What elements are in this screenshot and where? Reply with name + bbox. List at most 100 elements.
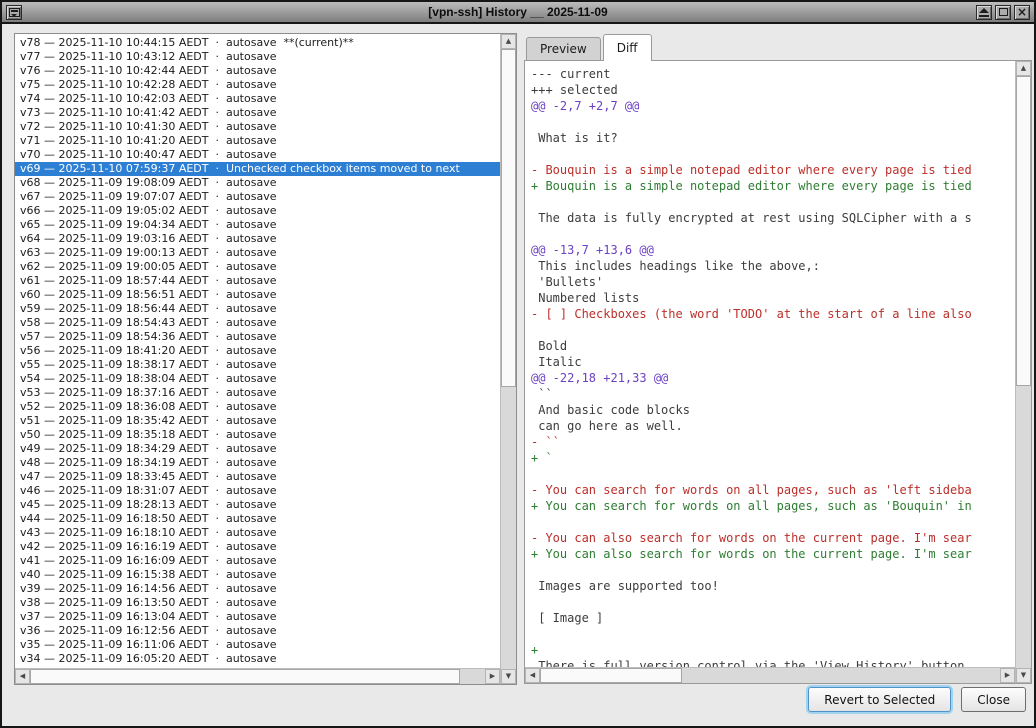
diff-vertical-scrollbar[interactable]: ▲ ▼ — [1015, 61, 1031, 683]
diff-line — [525, 594, 1015, 610]
history-row[interactable]: v62 — 2025-11-09 19:00:05 AEDT · autosav… — [15, 260, 500, 274]
history-row[interactable]: v52 — 2025-11-09 18:36:08 AEDT · autosav… — [15, 400, 500, 414]
tab-preview[interactable]: Preview — [526, 37, 601, 60]
diff-line: + Bouquin is a simple notepad editor whe… — [525, 178, 1015, 194]
history-row[interactable]: v51 — 2025-11-09 18:35:42 AEDT · autosav… — [15, 414, 500, 428]
diff-hscroll-thumb[interactable] — [540, 668, 682, 683]
history-row[interactable]: v36 — 2025-11-09 16:12:56 AEDT · autosav… — [15, 624, 500, 638]
history-row[interactable]: v77 — 2025-11-10 10:43:12 AEDT · autosav… — [15, 50, 500, 64]
diff-horizontal-scrollbar[interactable]: ◀ ▶ — [525, 667, 1015, 683]
scroll-right-arrow-icon[interactable]: ▶ — [1000, 668, 1015, 683]
diff-line — [525, 194, 1015, 210]
history-row[interactable]: v35 — 2025-11-09 16:11:06 AEDT · autosav… — [15, 638, 500, 652]
diff-line — [525, 466, 1015, 482]
diff-line: @@ -2,7 +2,7 @@ — [525, 98, 1015, 114]
history-horizontal-scrollbar[interactable]: ◀ ▶ — [15, 668, 500, 684]
diff-line: can go here as well. — [525, 418, 1015, 434]
maximize-button[interactable] — [995, 5, 1011, 20]
history-row[interactable]: v37 — 2025-11-09 16:13:04 AEDT · autosav… — [15, 610, 500, 624]
scroll-up-arrow-icon[interactable]: ▲ — [501, 34, 516, 49]
history-row[interactable]: v48 — 2025-11-09 18:34:19 AEDT · autosav… — [15, 456, 500, 470]
history-row[interactable]: v64 — 2025-11-09 19:03:16 AEDT · autosav… — [15, 232, 500, 246]
history-row[interactable]: v60 — 2025-11-09 18:56:51 AEDT · autosav… — [15, 288, 500, 302]
history-row[interactable]: v58 — 2025-11-09 18:54:43 AEDT · autosav… — [15, 316, 500, 330]
revert-to-selected-button[interactable]: Revert to Selected — [808, 687, 951, 712]
diff-line: + You can also search for words on the c… — [525, 546, 1015, 562]
history-row[interactable]: v71 — 2025-11-10 10:41:20 AEDT · autosav… — [15, 134, 500, 148]
history-row[interactable]: v63 — 2025-11-09 19:00:13 AEDT · autosav… — [15, 246, 500, 260]
shade-button[interactable] — [976, 5, 992, 20]
history-row[interactable]: v56 — 2025-11-09 18:41:20 AEDT · autosav… — [15, 344, 500, 358]
close-window-button[interactable]: × — [1014, 5, 1030, 20]
diff-line: There is full version control via the 'V… — [525, 658, 1015, 667]
history-row[interactable]: v73 — 2025-11-10 10:41:42 AEDT · autosav… — [15, 106, 500, 120]
diff-line: - Bouquin is a simple notepad editor whe… — [525, 162, 1015, 178]
close-dialog-button[interactable]: Close — [961, 687, 1026, 712]
scroll-down-arrow-icon[interactable]: ▼ — [501, 669, 516, 684]
history-row[interactable]: v75 — 2025-11-10 10:42:28 AEDT · autosav… — [15, 78, 500, 92]
history-row[interactable]: v66 — 2025-11-09 19:05:02 AEDT · autosav… — [15, 204, 500, 218]
history-row[interactable]: v54 — 2025-11-09 18:38:04 AEDT · autosav… — [15, 372, 500, 386]
history-list[interactable]: v78 — 2025-11-10 10:44:15 AEDT · autosav… — [15, 34, 500, 668]
history-row[interactable]: v57 — 2025-11-09 18:54:36 AEDT · autosav… — [15, 330, 500, 344]
diff-vscroll-thumb[interactable] — [1016, 76, 1031, 386]
window-menu-icon — [9, 8, 20, 17]
diff-line: Bold — [525, 338, 1015, 354]
history-row[interactable]: v55 — 2025-11-09 18:38:17 AEDT · autosav… — [15, 358, 500, 372]
notebook-panel: Preview Diff --- current+++ selected@@ -… — [524, 32, 1032, 680]
diff-line: Numbered lists — [525, 290, 1015, 306]
history-row[interactable]: v68 — 2025-11-09 19:08:09 AEDT · autosav… — [15, 176, 500, 190]
history-row[interactable]: v65 — 2025-11-09 19:04:34 AEDT · autosav… — [15, 218, 500, 232]
history-row[interactable]: v72 — 2025-11-10 10:41:30 AEDT · autosav… — [15, 120, 500, 134]
history-row[interactable]: v53 — 2025-11-09 18:37:16 AEDT · autosav… — [15, 386, 500, 400]
diff-pane: --- current+++ selected@@ -2,7 +2,7 @@ W… — [524, 60, 1032, 684]
history-row[interactable]: v34 — 2025-11-09 16:05:20 AEDT · autosav… — [15, 652, 500, 666]
maximize-icon — [999, 8, 1008, 16]
history-vscroll-thumb[interactable] — [501, 49, 516, 387]
history-row[interactable]: v59 — 2025-11-09 18:56:44 AEDT · autosav… — [15, 302, 500, 316]
diff-line: Italic — [525, 354, 1015, 370]
diff-line: And basic code blocks — [525, 402, 1015, 418]
history-row[interactable]: v74 — 2025-11-10 10:42:03 AEDT · autosav… — [15, 92, 500, 106]
diff-line: - [ ] Checkboxes (the word 'TODO' at the… — [525, 306, 1015, 322]
diff-line: - `` — [525, 434, 1015, 450]
tab-diff[interactable]: Diff — [603, 34, 652, 61]
diff-line — [525, 114, 1015, 130]
scroll-left-arrow-icon[interactable]: ◀ — [15, 669, 30, 684]
window-controls: × — [976, 5, 1030, 20]
history-row[interactable]: v50 — 2025-11-09 18:35:18 AEDT · autosav… — [15, 428, 500, 442]
history-row[interactable]: v69 — 2025-11-10 07:59:37 AEDT · Uncheck… — [15, 162, 500, 176]
scroll-down-arrow-icon[interactable]: ▼ — [1016, 668, 1031, 683]
history-row[interactable]: v41 — 2025-11-09 16:16:09 AEDT · autosav… — [15, 554, 500, 568]
history-row[interactable]: v39 — 2025-11-09 16:14:56 AEDT · autosav… — [15, 582, 500, 596]
scroll-left-arrow-icon[interactable]: ◀ — [525, 668, 540, 683]
diff-line: The data is fully encrypted at rest usin… — [525, 210, 1015, 226]
history-row[interactable]: v67 — 2025-11-09 19:07:07 AEDT · autosav… — [15, 190, 500, 204]
diff-text[interactable]: --- current+++ selected@@ -2,7 +2,7 @@ W… — [525, 61, 1015, 667]
history-row[interactable]: v44 — 2025-11-09 16:18:50 AEDT · autosav… — [15, 512, 500, 526]
history-vertical-scrollbar[interactable]: ▲ ▼ — [500, 34, 516, 684]
history-row[interactable]: v61 — 2025-11-09 18:57:44 AEDT · autosav… — [15, 274, 500, 288]
history-hscroll-thumb[interactable] — [30, 669, 460, 684]
history-row[interactable]: v38 — 2025-11-09 16:13:50 AEDT · autosav… — [15, 596, 500, 610]
diff-line — [525, 226, 1015, 242]
history-panel: v78 — 2025-11-10 10:44:15 AEDT · autosav… — [14, 33, 517, 685]
history-row[interactable]: v70 — 2025-11-10 10:40:47 AEDT · autosav… — [15, 148, 500, 162]
diff-line: 'Bullets' — [525, 274, 1015, 290]
diff-line — [525, 514, 1015, 530]
scroll-up-arrow-icon[interactable]: ▲ — [1016, 61, 1031, 76]
history-row[interactable]: v46 — 2025-11-09 18:31:07 AEDT · autosav… — [15, 484, 500, 498]
history-row[interactable]: v40 — 2025-11-09 16:15:38 AEDT · autosav… — [15, 568, 500, 582]
scroll-right-arrow-icon[interactable]: ▶ — [485, 669, 500, 684]
history-row[interactable]: v47 — 2025-11-09 18:33:45 AEDT · autosav… — [15, 470, 500, 484]
titlebar[interactable]: [vpn-ssh] History __ 2025-11-09 × — [2, 2, 1034, 24]
diff-line: [ Image ] — [525, 610, 1015, 626]
history-row[interactable]: v42 — 2025-11-09 16:16:19 AEDT · autosav… — [15, 540, 500, 554]
history-window: [vpn-ssh] History __ 2025-11-09 × v78 — … — [0, 0, 1036, 728]
history-row[interactable]: v43 — 2025-11-09 16:18:10 AEDT · autosav… — [15, 526, 500, 540]
history-row[interactable]: v78 — 2025-11-10 10:44:15 AEDT · autosav… — [15, 36, 500, 50]
history-row[interactable]: v76 — 2025-11-10 10:42:44 AEDT · autosav… — [15, 64, 500, 78]
window-menu-button[interactable] — [6, 5, 22, 20]
history-row[interactable]: v45 — 2025-11-09 18:28:13 AEDT · autosav… — [15, 498, 500, 512]
history-row[interactable]: v49 — 2025-11-09 18:34:29 AEDT · autosav… — [15, 442, 500, 456]
